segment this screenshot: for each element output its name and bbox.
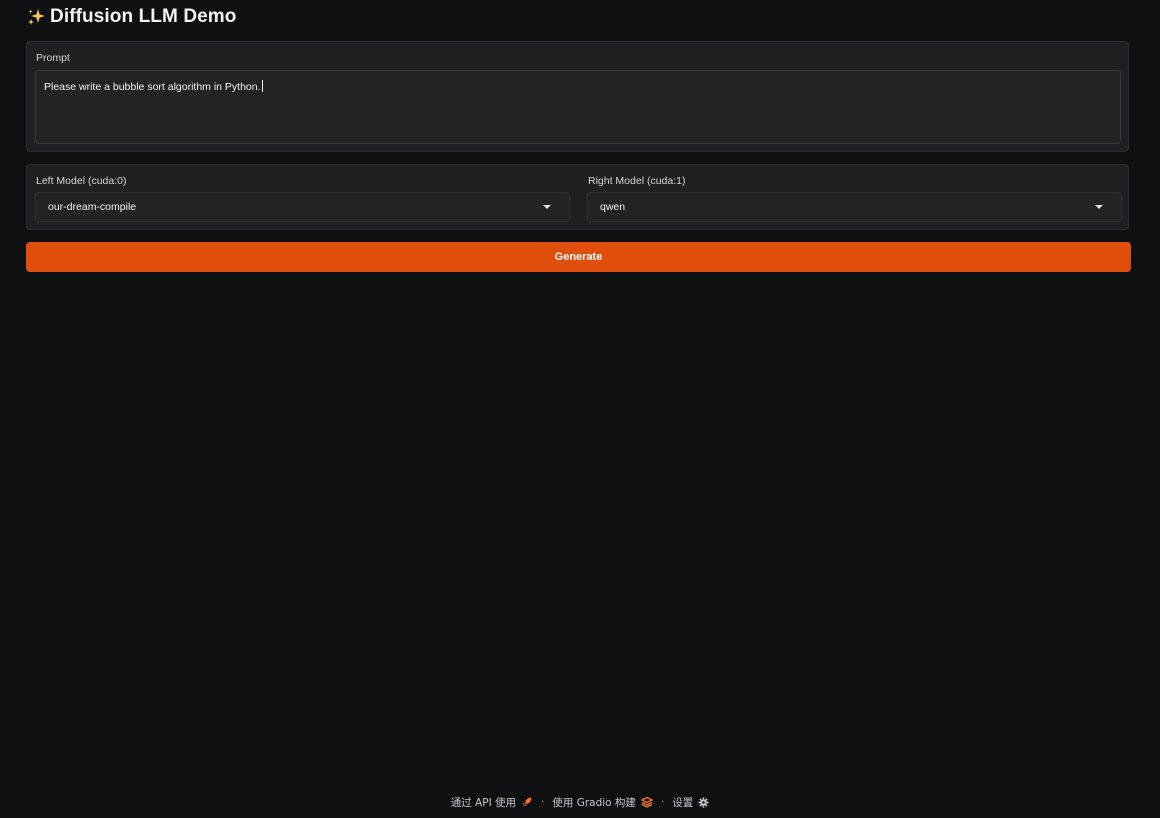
prompt-text: Please write a bubble sort algorithm in … <box>44 81 261 93</box>
settings-link[interactable]: 设置 <box>672 795 709 810</box>
chevron-down-icon[interactable] <box>1095 205 1103 209</box>
left-model-dropdown[interactable]: our-dream-compile <box>35 192 570 222</box>
gradio-logo-icon <box>640 796 653 808</box>
sparkles-icon <box>28 9 45 25</box>
left-model-group: Left Model (cuda:0) our-dream-compile <box>35 165 570 231</box>
use-via-api-link[interactable]: 通过 API 使用 <box>451 795 533 810</box>
prompt-textarea[interactable]: Please write a bubble sort algorithm in … <box>35 70 1121 144</box>
use-via-api-label: 通过 API 使用 <box>450 796 517 809</box>
page-title: Diffusion LLM Demo <box>26 4 237 30</box>
right-model-selected-value: qwen <box>600 201 626 213</box>
right-model-label: Right Model (cuda:1) <box>588 175 686 187</box>
model-selection-panel: Left Model (cuda:0) our-dream-compile Ri… <box>26 164 1129 230</box>
right-model-dropdown[interactable]: qwen <box>587 192 1122 222</box>
rocket-icon <box>522 797 532 807</box>
gear-icon <box>698 796 709 808</box>
text-cursor <box>261 80 263 92</box>
prompt-panel: Prompt Please write a bubble sort algori… <box>26 41 1129 152</box>
footer-separator: · <box>541 796 545 808</box>
built-with-gradio-label: 使用 Gradio 构建 <box>552 796 636 809</box>
app-page: Diffusion LLM Demo Prompt Please write a… <box>0 0 1160 818</box>
left-model-label: Left Model (cuda:0) <box>36 175 127 187</box>
prompt-label: Prompt <box>36 52 70 64</box>
left-model-selected-value: our-dream-compile <box>48 201 137 213</box>
chevron-down-icon[interactable] <box>543 205 551 209</box>
page-title-text: Diffusion LLM Demo <box>50 6 237 27</box>
footer: 通过 API 使用 · 使用 Gradio 构建 · 设置 <box>0 793 1160 811</box>
settings-label: 设置 <box>672 796 694 809</box>
right-model-group: Right Model (cuda:1) qwen <box>587 165 1122 231</box>
footer-separator: · <box>660 796 665 808</box>
built-with-gradio-link[interactable]: 使用 Gradio 构建 <box>552 795 653 810</box>
generate-button[interactable]: Generate <box>26 242 1131 272</box>
